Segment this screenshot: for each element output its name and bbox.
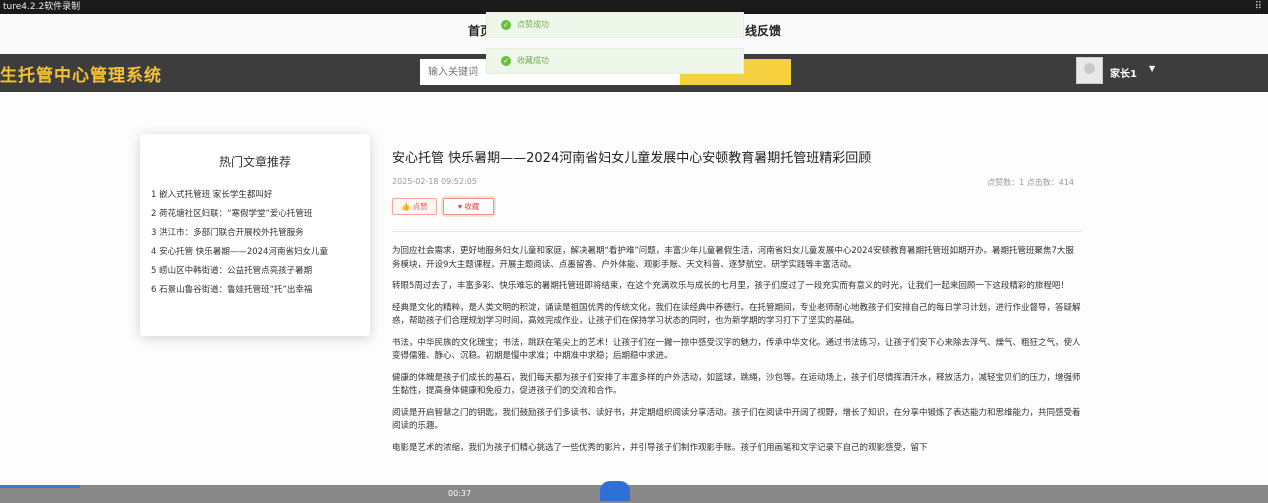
avatar[interactable] (1076, 57, 1103, 84)
toast-like-success: ✓ 点赞成功 (486, 12, 744, 38)
heart-icon: ♥ (457, 202, 463, 211)
toast-favorite-text: 收藏成功 (517, 56, 549, 65)
article-paragraph: 书法，中华民族的文化瑰宝；书法，跳跃在笔尖上的艺术！让孩子们在一撇一捺中感受汉字… (392, 337, 1081, 362)
hot-article-item[interactable]: 3 洪江市：多部门联合开展校外托管服务 (151, 226, 341, 245)
article: 安心托管 快乐暑期——2024河南省妇女儿童发展中心安顿教育暑期托管班精彩回顾 … (392, 147, 1082, 453)
like-label: 点赞 (412, 202, 428, 211)
divider (392, 231, 1082, 232)
article-title: 安心托管 快乐暑期——2024河南省妇女儿童发展中心安顿教育暑期托管班精彩回顾 (392, 151, 872, 166)
hot-articles-card: 热门文章推荐 1 嵌入式托管班 家长学生都叫好 2 荷花塘社区妇联：“寒假学堂”… (140, 134, 370, 336)
check-circle-icon: ✓ (501, 56, 511, 66)
like-button[interactable]: 👍 点赞 (392, 198, 437, 215)
hot-article-item[interactable]: 5 崂山区中韩街道：公益托管点亮孩子暑期 (151, 264, 341, 283)
site-brand[interactable]: 生托管中心管理系统 (0, 61, 162, 86)
hot-article-item[interactable]: 2 荷花塘社区妇联：“寒假学堂”爱心托管班 (151, 207, 341, 226)
user-name[interactable]: 家长1 (1110, 65, 1137, 80)
article-paragraph: 为回应社会需求，更好地服务妇女儿童和家庭，解决暑期“看护难”问题，丰富少年儿童暑… (392, 246, 1074, 270)
video-player-bar: 00:37 (0, 481, 1268, 503)
hot-articles-list: 1 嵌入式托管班 家长学生都叫好 2 荷花塘社区妇联：“寒假学堂”爱心托管班 3… (151, 188, 361, 302)
favorite-label: 收藏 (464, 202, 480, 211)
article-paragraph: 经典是文化的精粹，是人类文明的积淀，诵读是祖国优秀的传统文化，我们在读经典中养德… (392, 302, 1081, 327)
thumbs-up-icon: 👍 (401, 202, 411, 211)
hot-articles-title: 热门文章推荐 (218, 155, 291, 169)
article-paragraph: 健康的体魄是孩子们成长的基石，我们每天都为孩子们安排了丰富多样的户外活动，如篮球… (392, 372, 1081, 397)
nav-feedback[interactable]: 线反馈 (745, 22, 781, 39)
article-body: 为回应社会需求，更好地服务妇女儿童和家庭，解决暑期“看护难”问题，丰富少年儿童暑… (392, 245, 1082, 463)
article-date: 2025-02-18 09:52:05 (392, 177, 477, 186)
caret-down-icon[interactable]: ▼ (1149, 64, 1155, 73)
check-circle-icon: ✓ (501, 20, 511, 30)
favorite-button[interactable]: ♥ 收藏 (443, 198, 494, 215)
article-meta: 2025-02-18 09:52:05 点赞数：1 点击数：414 (392, 177, 1082, 187)
hot-article-item[interactable]: 6 石景山鲁谷街道：鲁娃托管班“托”出幸福 (151, 283, 341, 302)
play-button[interactable] (600, 481, 630, 501)
grip-icon[interactable]: ⠿ (1255, 0, 1262, 14)
article-paragraph: 转眼5周过去了，丰富多彩、快乐难忘的暑期托管班即将结束，在这个充满欢乐与成长的七… (392, 281, 1069, 291)
hot-article-item[interactable]: 4 安心托管 快乐暑期——2024河南省妇女儿童 (151, 245, 341, 264)
hot-article-item[interactable]: 1 嵌入式托管班 家长学生都叫好 (151, 188, 341, 207)
toast-like-text: 点赞成功 (517, 20, 549, 29)
recorder-title: ture4.2.2软件录制 (3, 2, 81, 12)
article-paragraph: 电影是艺术的浓缩，我们为孩子们精心挑选了一些优秀的影片，并引导孩子们制作观影手账… (392, 442, 928, 453)
article-stats: 点赞数：1 点击数：414 (987, 178, 1074, 187)
playback-progress[interactable] (0, 485, 80, 488)
toast-favorite-success: ✓ 收藏成功 (486, 48, 744, 74)
article-paragraph: 阅读是开启智慧之门的钥匙，我们鼓励孩子们多读书、读好书，并定期组织阅读分享活动。… (392, 407, 1081, 432)
playback-time: 00:37 (448, 489, 472, 498)
